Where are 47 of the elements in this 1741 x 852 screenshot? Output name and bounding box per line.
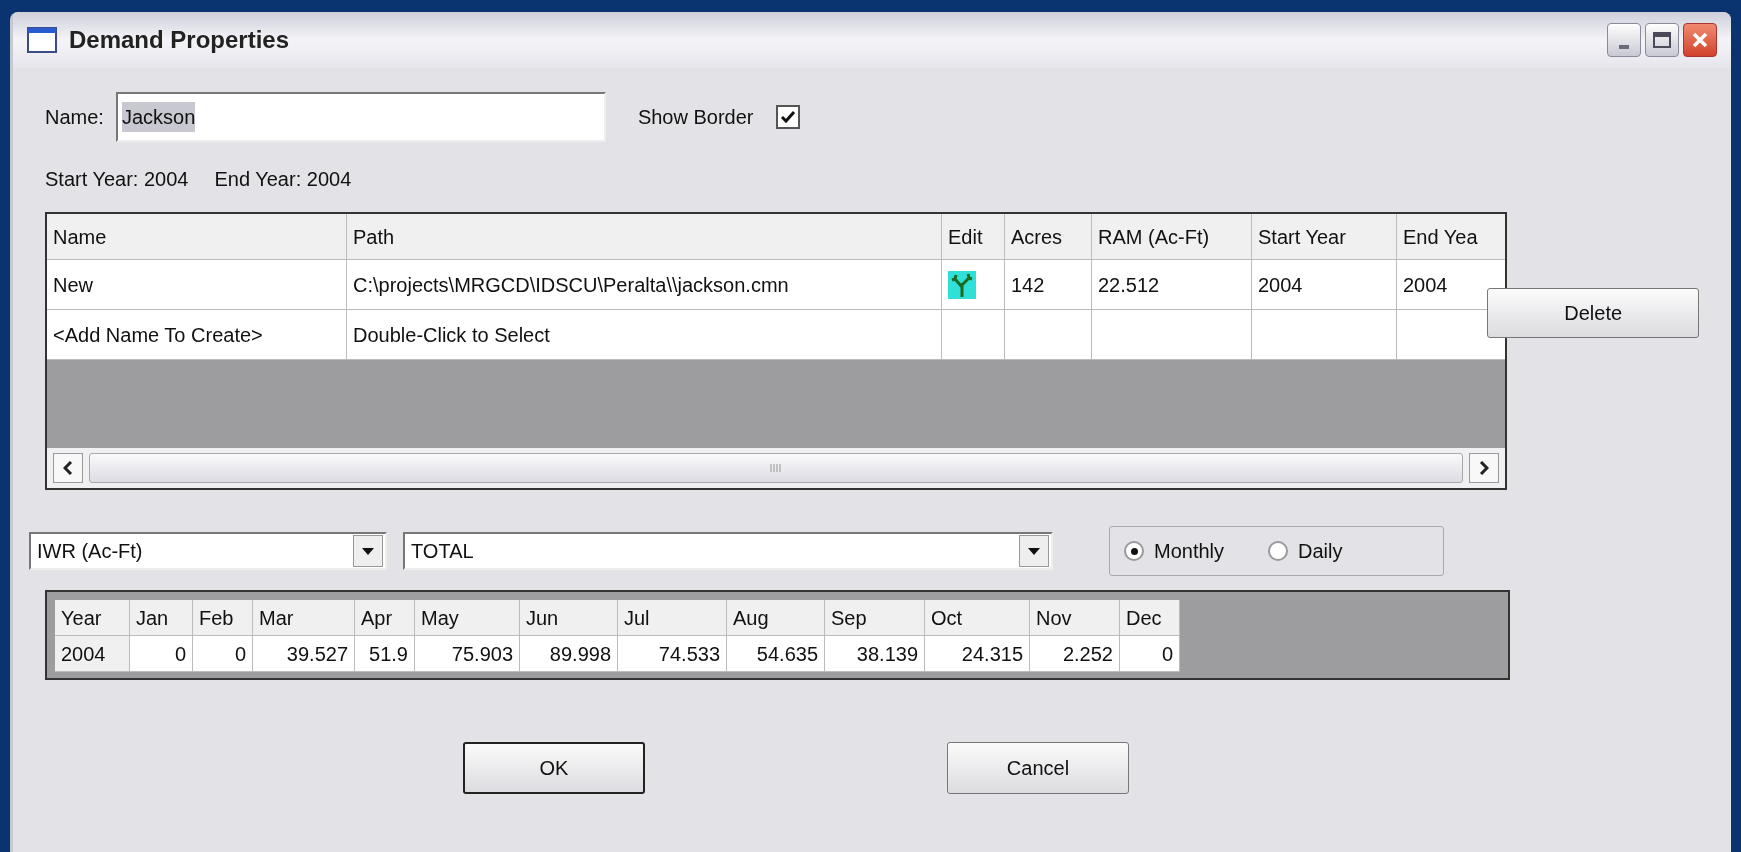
table-cell: 51.9 [355,636,415,672]
grip-icon [769,463,784,473]
table-cell: 74.533 [618,636,727,672]
window-icon [27,27,57,53]
check-icon [779,110,796,124]
table-cell: 0 [1120,636,1180,672]
scrollbar-thumb[interactable] [89,453,1464,483]
table-cell: 38.139 [825,636,925,672]
scroll-right-button[interactable] [1469,453,1500,483]
minimize-button[interactable] [1607,23,1641,57]
row-header: 2004 [55,636,130,672]
year-label: Start Year: 2004 [45,167,189,192]
plant-icon[interactable] [948,270,976,299]
category-dropdown[interactable]: IWR (Ac-Ft) [29,532,387,570]
scroll-left-button[interactable] [53,453,83,483]
caret-icon [362,547,374,555]
table-cell: 0 [193,636,253,672]
show-border-checkbox[interactable] [775,105,800,129]
name-field[interactable]: Jackson [115,92,606,142]
horizontal-scrollbar[interactable] [47,448,1506,488]
caret-icon [1028,547,1040,555]
grid-cell: <Add Name To Create> [47,310,347,360]
ok-button[interactable]: OK [463,742,645,794]
period-radio[interactable]: Monthly [1124,536,1225,566]
table-cell: 39.527 [253,636,355,672]
table-cell: 54.635 [727,636,825,672]
maximize-icon [1653,32,1671,48]
edit-cell[interactable] [942,310,1005,360]
table-cell: 0 [130,636,193,672]
show-border-label: Show Border [637,105,754,130]
period-radio[interactable]: Daily [1268,536,1343,566]
delete-button[interactable]: Delete [1487,288,1699,338]
name-label: Name: [45,105,104,130]
table-cell: 24.315 [925,636,1030,672]
grid-cell: Double-Click to Select [347,310,942,360]
close-icon [1691,31,1709,49]
table-cell: 89.998 [520,636,618,672]
table-cell: 75.903 [415,636,520,672]
cancel-button[interactable]: Cancel [947,742,1129,794]
minimize-icon [1619,45,1629,49]
total-dropdown[interactable]: TOTAL [403,532,1053,570]
close-button[interactable] [1683,23,1717,57]
maximize-button[interactable] [1645,23,1679,57]
year-label: End Year: 2004 [214,167,352,192]
edit-cell[interactable] [942,260,1005,310]
window-title: Demand Properties [69,25,290,55]
table-cell: 2.252 [1030,636,1120,672]
